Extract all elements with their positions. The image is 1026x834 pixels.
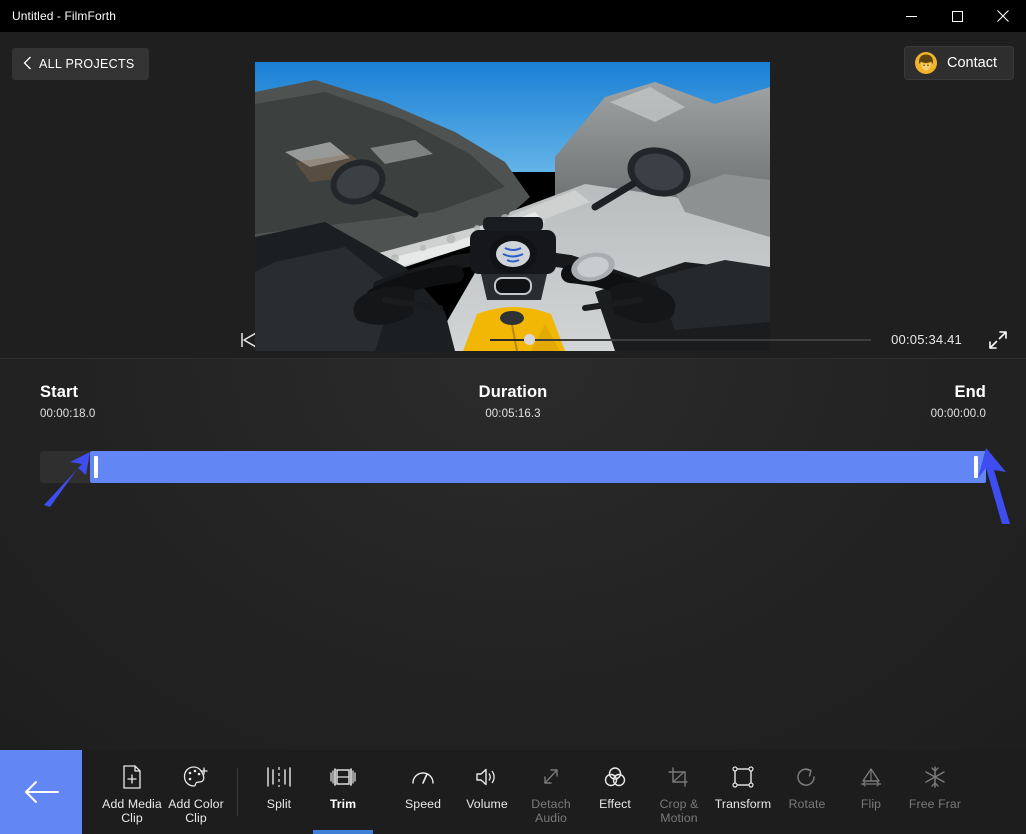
scrubber-track-buffered <box>490 339 528 341</box>
crop-motion-icon <box>667 764 691 790</box>
user-avatar-icon <box>914 51 938 75</box>
tool-rotate[interactable]: Rotate <box>775 750 839 834</box>
tool-trim[interactable]: Trim <box>311 750 375 834</box>
fullscreen-icon[interactable] <box>984 326 1012 354</box>
scrubber-thumb[interactable] <box>524 334 535 345</box>
annotation-arrow-left <box>38 447 96 514</box>
scrubber-track <box>490 339 871 341</box>
add-media-clip-icon <box>121 764 143 790</box>
speed-icon <box>411 764 435 790</box>
annotation-arrow-right <box>972 444 1022 535</box>
trim-duration-value: 00:05:16.3 <box>479 408 548 420</box>
tool-flip[interactable]: Flip <box>839 750 903 834</box>
back-button[interactable] <box>0 750 82 834</box>
trim-panel: Start 00:00:18.0 Duration 00:05:16.3 End… <box>0 359 1026 750</box>
trim-end-label: End <box>931 383 986 402</box>
tool-freeze-frame[interactable]: Free Frar <box>903 750 967 834</box>
trim-duration-readout: Duration 00:05:16.3 <box>479 383 548 420</box>
tool-label: Trim <box>330 797 356 811</box>
window-title: Untitled - FilmForth <box>0 9 116 23</box>
editing-toolbar: Add Media Clip Add Color Clip <box>0 750 1026 834</box>
toolbar-divider <box>237 768 238 816</box>
tool-label: Transform <box>715 797 771 811</box>
tool-split[interactable]: Split <box>247 750 311 834</box>
add-color-clip-icon <box>183 764 209 790</box>
tool-label: Detach Audio <box>519 797 583 825</box>
transform-icon <box>731 764 755 790</box>
trim-end-value: 00:00:00.0 <box>931 408 986 420</box>
video-preview[interactable] <box>255 62 770 351</box>
trim-readouts: Start 00:00:18.0 Duration 00:05:16.3 End… <box>40 383 986 420</box>
volume-icon <box>475 764 499 790</box>
trim-start-label: Start <box>40 383 95 402</box>
maximize-button[interactable] <box>934 0 980 32</box>
filmforth-window: Untitled - FilmForth ALL PROJECTS <box>0 0 1026 834</box>
tool-label: Volume <box>466 797 508 811</box>
tool-active-underline <box>313 830 373 834</box>
tool-transform[interactable]: Transform <box>711 750 775 834</box>
tool-label: Add Media Clip <box>100 797 164 825</box>
tool-list: Add Media Clip Add Color Clip <box>82 750 1026 834</box>
contact-button[interactable]: Contact <box>904 46 1014 80</box>
tool-volume[interactable]: Volume <box>455 750 519 834</box>
flip-icon <box>859 764 883 790</box>
tool-label: Free Frar <box>909 797 961 811</box>
tool-add-media-clip[interactable]: Add Media Clip <box>100 750 164 834</box>
tool-label: Effect <box>599 797 631 811</box>
chevron-left-icon <box>23 56 32 73</box>
all-projects-button[interactable]: ALL PROJECTS <box>12 48 149 80</box>
effect-icon <box>603 764 627 790</box>
rotate-icon <box>795 764 819 790</box>
trim-icon <box>329 764 357 790</box>
freeze-frame-icon <box>924 764 946 790</box>
tool-label: Flip <box>861 797 881 811</box>
trim-selection[interactable] <box>90 451 986 483</box>
tool-label: Crop & Motion <box>647 797 711 825</box>
trim-bar[interactable] <box>40 451 986 483</box>
title-bar: Untitled - FilmForth <box>0 0 1026 32</box>
minimize-button[interactable] <box>888 0 934 32</box>
detach-audio-icon <box>539 764 563 790</box>
tool-effect[interactable]: Effect <box>583 750 647 834</box>
split-icon <box>266 764 292 790</box>
trim-start-value: 00:00:18.0 <box>40 408 95 420</box>
tool-label: Speed <box>405 797 441 811</box>
tool-add-color-clip[interactable]: Add Color Clip <box>164 750 228 834</box>
all-projects-label: ALL PROJECTS <box>39 57 135 71</box>
trim-end-readout: End 00:00:00.0 <box>931 383 986 420</box>
close-button[interactable] <box>980 0 1026 32</box>
contact-label: Contact <box>947 55 997 71</box>
tool-speed[interactable]: Speed <box>391 750 455 834</box>
tool-label: Add Color Clip <box>164 797 228 825</box>
preview-stage: ALL PROJECTS Contact <box>0 32 1026 321</box>
tool-detach-audio[interactable]: Detach Audio <box>519 750 583 834</box>
total-time: 00:05:34.41 <box>891 332 962 347</box>
trim-duration-label: Duration <box>479 383 548 402</box>
scrubber[interactable] <box>490 330 871 350</box>
trim-start-readout: Start 00:00:18.0 <box>40 383 95 420</box>
tool-crop-motion[interactable]: Crop & Motion <box>647 750 711 834</box>
tool-label: Rotate <box>789 797 826 811</box>
tool-label: Split <box>267 797 291 811</box>
